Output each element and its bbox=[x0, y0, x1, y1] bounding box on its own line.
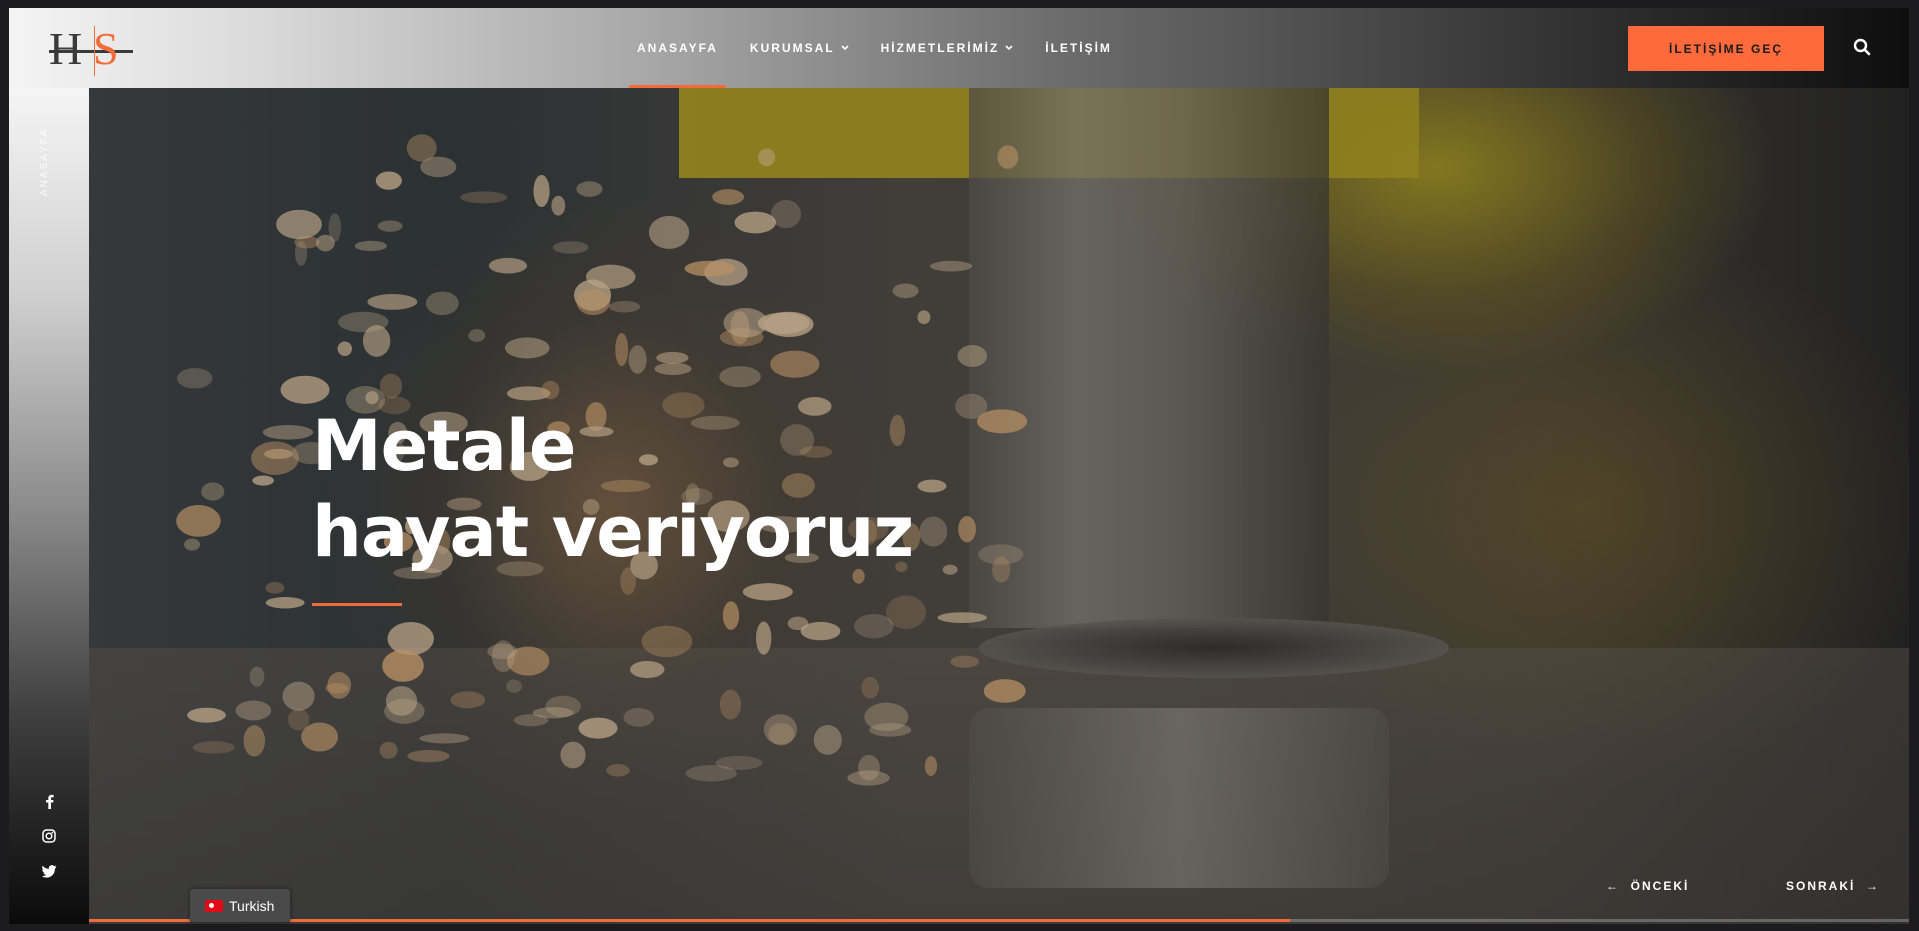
site-header: H S ANASAYFA KURUMSAL HİZMETLERİMİZ İLET… bbox=[9, 8, 1909, 88]
chevron-down-icon bbox=[1005, 43, 1013, 53]
facebook-icon[interactable] bbox=[39, 791, 59, 811]
site-logo[interactable]: H S bbox=[49, 23, 133, 76]
language-selector[interactable]: Turkish bbox=[190, 889, 290, 922]
nav-item-label: HİZMETLERİMİZ bbox=[880, 41, 1000, 55]
slider-prev-label: ÖNCEKİ bbox=[1630, 879, 1690, 893]
logo-bar bbox=[49, 50, 133, 53]
nav-item-kurumsal[interactable]: KURUMSAL bbox=[734, 8, 865, 88]
nav-item-label: ANASAYFA bbox=[637, 41, 718, 55]
nav-item-hizmetlerimiz[interactable]: HİZMETLERİMİZ bbox=[865, 8, 1030, 88]
logo-h-letter: H bbox=[49, 23, 82, 74]
left-sidebar: ANASAYFA bbox=[9, 88, 89, 924]
arrow-left-icon: ← bbox=[1606, 879, 1620, 893]
sidebar-page-label: ANASAYFA bbox=[39, 128, 50, 197]
hero-slider: Metale hayat veriyoruz ← ÖNCEKİ SONRAKİ … bbox=[89, 88, 1909, 924]
hero-headline-line-2: hayat veriyoruz bbox=[312, 491, 914, 573]
slider-prev-button[interactable]: ← ÖNCEKİ bbox=[1606, 879, 1689, 893]
slider-progress-track bbox=[89, 919, 1909, 922]
slider-next-button[interactable]: SONRAKİ → bbox=[1786, 879, 1880, 893]
twitter-icon[interactable] bbox=[39, 861, 59, 881]
logo-s-letter: S bbox=[93, 23, 119, 74]
nav-item-iletisim[interactable]: İLETİŞİM bbox=[1029, 8, 1128, 88]
nav-item-label: KURUMSAL bbox=[749, 41, 835, 55]
hero-accent-line bbox=[312, 603, 402, 606]
main-nav: ANASAYFA KURUMSAL HİZMETLERİMİZ İLETİŞİM bbox=[621, 8, 1128, 88]
search-icon[interactable] bbox=[1853, 38, 1873, 58]
hero-headline-line-1: Metale bbox=[312, 405, 576, 487]
language-label: Turkish bbox=[229, 897, 275, 914]
nav-item-anasayfa[interactable]: ANASAYFA bbox=[621, 8, 734, 88]
nav-item-label: İLETİŞİM bbox=[1045, 41, 1112, 55]
contact-cta-button[interactable]: İLETİŞİME GEÇ bbox=[1628, 26, 1824, 71]
chevron-down-icon bbox=[841, 43, 849, 53]
page-frame: H S ANASAYFA KURUMSAL HİZMETLERİMİZ İLET… bbox=[9, 8, 1909, 924]
slider-next-label: SONRAKİ bbox=[1786, 879, 1856, 893]
instagram-icon[interactable] bbox=[39, 826, 59, 846]
turkish-flag-icon bbox=[205, 899, 223, 912]
hero-headline: Metale hayat veriyoruz bbox=[312, 403, 914, 575]
arrow-right-icon: → bbox=[1866, 879, 1881, 893]
